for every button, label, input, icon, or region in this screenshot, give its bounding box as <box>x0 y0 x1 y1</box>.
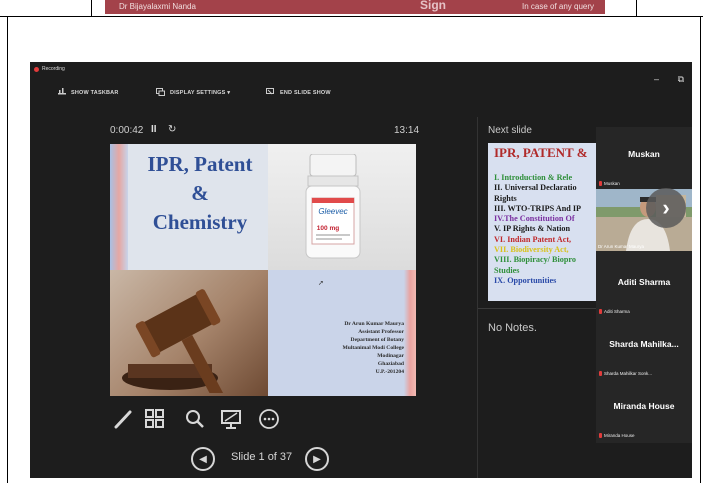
next-slide-button[interactable]: ▶ <box>305 447 329 471</box>
gavel-icon <box>122 289 226 393</box>
bottle-brand: Gleevec <box>318 207 347 216</box>
window-titlebar: Recording – ⧉ <box>30 62 692 84</box>
participant-name: Aditi Sharma <box>617 277 671 287</box>
slide-counter: Slide 1 of 37 <box>231 451 293 463</box>
frame-line <box>700 16 701 483</box>
more-icon <box>259 409 279 429</box>
bottle-dose: 100 mg <box>317 225 339 232</box>
participant-tile[interactable]: Aditi Sharma Aditi Sharma <box>596 255 692 317</box>
more-options-button[interactable] <box>256 405 282 433</box>
slide-title-line: IPR, Patent <box>147 152 253 176</box>
author-line: U.P.-201204 <box>375 369 404 375</box>
current-clock: 13:14 <box>394 125 420 136</box>
participant-label: Muskan <box>599 181 620 186</box>
muted-mic-icon <box>599 433 602 438</box>
slide-title-line: Chemistry <box>152 210 248 234</box>
author-line: Department of Botany <box>350 337 404 343</box>
participant-label: Miranda House <box>599 433 635 438</box>
chevron-right-icon: › <box>662 195 670 220</box>
panel-divider <box>477 117 478 478</box>
current-slide[interactable]: IPR, Patent & Chemistry Gleevec 100 mg D… <box>110 144 416 396</box>
participant-tile[interactable]: Sharda Mahilka... Sharda Mahilkar Sonk..… <box>596 317 692 379</box>
banner-blurred-text: Sign <box>420 0 446 12</box>
muted-mic-icon <box>599 181 602 186</box>
next-slide-title: IPR, PATENT & <box>494 145 588 160</box>
gallery-next-page-button[interactable]: › <box>646 188 686 228</box>
slide-navigation: ◀ Slide 1 of 37 ▶ <box>191 447 341 475</box>
banner-name: Dr Bijayalaxmi Nanda <box>119 2 196 11</box>
participant-tile[interactable]: Muskan Muskan <box>596 127 692 189</box>
slide-decor-strip <box>404 270 416 396</box>
participant-name: Sharda Mahilka... <box>609 339 679 349</box>
chevron-left-icon: ◀ <box>199 453 207 465</box>
slide-tools-bar <box>110 405 350 435</box>
participant-tile[interactable]: Miranda House Miranda House <box>596 379 692 441</box>
slide-author-panel: Dr Arun Kumar Maurya Assistant Professor… <box>268 270 416 396</box>
speaker-notes: No Notes. <box>488 322 537 334</box>
presenter-view-window: Recording – ⧉ SHOW TASKBAR DISPLAY SETTI… <box>30 62 692 478</box>
author-line: Ghaziabad <box>377 361 404 367</box>
magnifier-icon <box>186 410 204 428</box>
screen-icon <box>221 410 241 429</box>
pen-tool-button[interactable] <box>110 405 136 433</box>
pen-icon <box>114 410 132 429</box>
author-line: Modinagar <box>377 353 404 359</box>
author-line: Multanimal Modi College <box>342 345 404 351</box>
gavel-image <box>110 270 268 396</box>
chevron-right-icon: ▶ <box>313 453 321 465</box>
participant-label: Dr Arun Kumar Maurya <box>598 244 645 249</box>
see-all-slides-button[interactable] <box>142 405 168 433</box>
author-line: Dr Arun Kumar Maurya <box>344 321 404 327</box>
display-icon <box>156 88 165 98</box>
bottle-icon: Gleevec 100 mg <box>305 154 361 259</box>
slide-title-line: & <box>191 181 209 205</box>
presenter-toolbar: SHOW TASKBAR DISPLAY SETTINGS ▾ END SLID… <box>30 80 692 102</box>
previous-slide-button[interactable]: ◀ <box>191 447 215 471</box>
participant-name: Miranda House <box>613 401 675 411</box>
end-show-icon <box>266 88 275 98</box>
banner-query-text: In case of any query <box>522 2 595 11</box>
participant-name: Muskan <box>628 149 660 159</box>
participant-label: Sharda Mahilkar Sonk... <box>599 371 652 376</box>
recording-label: Recording <box>42 66 65 72</box>
slide-title-panel: IPR, Patent & Chemistry <box>110 144 268 270</box>
participant-gallery: Muskan Muskan Dr Arun Kumar Maurya Aditi… <box>596 127 692 443</box>
frame-line <box>91 0 92 16</box>
frame-line <box>0 16 703 17</box>
restart-timer-button[interactable]: ↻ <box>168 124 176 135</box>
next-slide-label: Next slide <box>488 125 532 136</box>
end-slide-show-label: END SLIDE SHOW <box>280 90 331 96</box>
participant-label: Aditi Sharma <box>599 309 630 314</box>
taskbar-icon <box>58 88 66 97</box>
zoom-top-banner: Dr Bijayalaxmi Nanda Sign In case of any… <box>105 0 605 14</box>
elapsed-timer: 0:00:42 <box>110 125 144 136</box>
frame-line <box>7 16 8 483</box>
pause-timer-button[interactable]: II <box>151 124 157 135</box>
recording-dot-icon <box>34 67 39 72</box>
end-slide-show-button[interactable]: END SLIDE SHOW <box>266 88 331 98</box>
slides-grid-icon <box>145 409 164 428</box>
muted-mic-icon <box>599 309 602 314</box>
author-line: Assistant Professor <box>358 329 404 335</box>
medicine-bottle-image: Gleevec 100 mg <box>268 144 416 270</box>
slide-title: IPR, Patent & Chemistry <box>126 150 274 237</box>
display-settings-button[interactable]: DISPLAY SETTINGS ▾ <box>156 88 230 98</box>
mouse-cursor-icon: ➚ <box>318 280 324 287</box>
black-screen-button[interactable] <box>218 405 244 433</box>
frame-line <box>636 0 637 16</box>
display-settings-label: DISPLAY SETTINGS ▾ <box>170 90 231 96</box>
slide-author-block: Dr Arun Kumar Maurya Assistant Professor… <box>288 320 404 376</box>
show-taskbar-button[interactable]: SHOW TASKBAR <box>58 88 119 97</box>
zoom-button[interactable] <box>182 405 208 433</box>
muted-mic-icon <box>599 371 602 376</box>
show-taskbar-label: SHOW TASKBAR <box>71 89 119 96</box>
